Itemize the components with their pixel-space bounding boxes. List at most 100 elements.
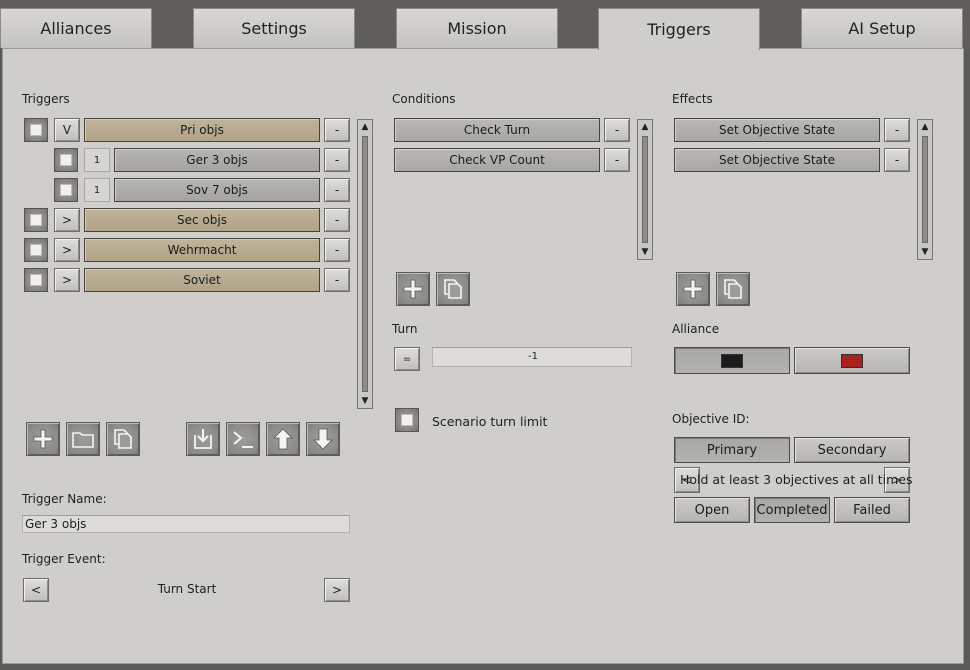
state-failed-button[interactable]: Failed — [834, 497, 910, 523]
turn-value-input[interactable]: -1 — [432, 347, 632, 367]
trigger-item[interactable]: Soviet — [84, 268, 320, 292]
tab-bar: Alliances Settings Mission Triggers AI S… — [0, 0, 970, 50]
scroll-track[interactable] — [642, 136, 648, 243]
alliance-label: Alliance — [672, 322, 720, 336]
trigger-checkbox[interactable] — [24, 238, 48, 262]
effect-item[interactable]: Set Objective State — [674, 118, 880, 142]
scroll-track[interactable] — [922, 136, 928, 243]
add-folder-button[interactable] — [66, 422, 100, 456]
condition-item[interactable]: Check VP Count — [394, 148, 600, 172]
move-down-button[interactable] — [306, 422, 340, 456]
remove-condition-button[interactable]: - — [604, 148, 630, 172]
conditions-scrollbar[interactable]: ▲ ▼ — [637, 119, 653, 260]
script-button[interactable] — [226, 422, 260, 456]
state-open-button[interactable]: Open — [674, 497, 750, 523]
add-condition-button[interactable] — [396, 272, 430, 306]
trigger-checkbox[interactable] — [54, 178, 78, 202]
remove-trigger-button[interactable]: - — [324, 118, 350, 142]
trigger-event-value: Turn Start — [157, 582, 217, 596]
remove-condition-button[interactable]: - — [604, 118, 630, 142]
add-effect-button[interactable] — [676, 272, 710, 306]
remove-trigger-button[interactable]: - — [324, 178, 350, 202]
checkbox-box — [60, 154, 72, 166]
state-completed-button[interactable]: Completed — [754, 497, 830, 523]
tab-label: Alliances — [40, 19, 112, 38]
move-up-button[interactable] — [266, 422, 300, 456]
tab-label: AI Setup — [848, 19, 916, 38]
trigger-count: 1 — [84, 148, 110, 172]
trigger-toggle-button[interactable]: > — [54, 208, 80, 232]
trigger-item[interactable]: Wehrmacht — [84, 238, 320, 262]
scroll-up-icon[interactable]: ▲ — [918, 120, 932, 134]
trigger-item[interactable]: Pri objs — [84, 118, 320, 142]
trigger-item[interactable]: Sov 7 objs — [114, 178, 320, 202]
alliance-option-red[interactable] — [794, 347, 910, 374]
trigger-name-label: Trigger Name: — [22, 492, 107, 506]
trigger-checkbox[interactable] — [24, 118, 48, 142]
tab-settings[interactable]: Settings — [193, 8, 355, 48]
tab-label: Triggers — [647, 20, 711, 39]
scenario-turn-limit-label: Scenario turn limit — [432, 414, 548, 429]
effects-scrollbar[interactable]: ▲ ▼ — [917, 119, 933, 260]
tab-triggers[interactable]: Triggers — [598, 8, 760, 50]
tab-label: Mission — [447, 19, 507, 38]
trigger-checkbox[interactable] — [24, 208, 48, 232]
import-button[interactable] — [186, 422, 220, 456]
plus-icon — [33, 429, 53, 449]
checkbox-box — [30, 244, 42, 256]
triggers-scrollbar[interactable]: ▲ ▼ — [357, 119, 373, 409]
trigger-item[interactable]: Ger 3 objs — [114, 148, 320, 172]
objective-id-label: Objective ID: — [672, 412, 750, 426]
copy-condition-button[interactable] — [436, 272, 470, 306]
remove-effect-button[interactable]: - — [884, 148, 910, 172]
trigger-checkbox[interactable] — [24, 268, 48, 292]
scroll-track[interactable] — [362, 136, 368, 392]
remove-trigger-button[interactable]: - — [324, 208, 350, 232]
scroll-down-icon[interactable]: ▼ — [918, 245, 932, 259]
scroll-down-icon[interactable]: ▼ — [358, 394, 372, 408]
trigger-name-input[interactable]: Ger 3 objs — [22, 515, 350, 533]
copy-icon — [444, 279, 462, 299]
tab-ai-setup[interactable]: AI Setup — [801, 8, 963, 48]
objective-tab-secondary[interactable]: Secondary — [794, 437, 910, 463]
trigger-event-prev-button[interactable]: < — [23, 578, 49, 602]
tab-alliances[interactable]: Alliances — [0, 8, 152, 48]
trigger-count: 1 — [84, 178, 110, 202]
conditions-heading: Conditions — [392, 92, 456, 106]
plus-icon — [683, 279, 703, 299]
trigger-item[interactable]: Sec objs — [84, 208, 320, 232]
condition-item[interactable]: Check Turn — [394, 118, 600, 142]
copy-trigger-button[interactable] — [106, 422, 140, 456]
scroll-up-icon[interactable]: ▲ — [638, 120, 652, 134]
remove-trigger-button[interactable]: - — [324, 268, 350, 292]
copy-icon — [114, 429, 132, 449]
import-icon — [194, 429, 212, 449]
alliance-option-black[interactable] — [674, 347, 790, 374]
trigger-checkbox[interactable] — [54, 148, 78, 172]
copy-icon — [724, 279, 742, 299]
checkbox-box — [60, 184, 72, 196]
effect-item[interactable]: Set Objective State — [674, 148, 880, 172]
scroll-up-icon[interactable]: ▲ — [358, 120, 372, 134]
scroll-down-icon[interactable]: ▼ — [638, 245, 652, 259]
trigger-toggle-button[interactable]: > — [54, 238, 80, 262]
alliance-color-swatch — [841, 353, 863, 368]
trigger-toggle-button[interactable]: > — [54, 268, 80, 292]
remove-effect-button[interactable]: - — [884, 118, 910, 142]
arrow-down-icon — [313, 428, 333, 450]
copy-effect-button[interactable] — [716, 272, 750, 306]
trigger-toggle-button[interactable]: V — [54, 118, 80, 142]
add-trigger-button[interactable] — [26, 422, 60, 456]
turn-operator-button[interactable]: = — [394, 347, 420, 371]
arrow-up-icon — [273, 428, 293, 450]
remove-trigger-button[interactable]: - — [324, 238, 350, 262]
scenario-turn-limit-checkbox[interactable] — [395, 408, 419, 432]
trigger-event-label: Trigger Event: — [22, 552, 106, 566]
tab-label: Settings — [241, 19, 307, 38]
terminal-icon — [233, 431, 253, 448]
remove-trigger-button[interactable]: - — [324, 148, 350, 172]
objective-tab-primary[interactable]: Primary — [674, 437, 790, 463]
tab-mission[interactable]: Mission — [396, 8, 558, 48]
triggers-heading: Triggers — [22, 92, 70, 106]
trigger-event-next-button[interactable]: > — [324, 578, 350, 602]
